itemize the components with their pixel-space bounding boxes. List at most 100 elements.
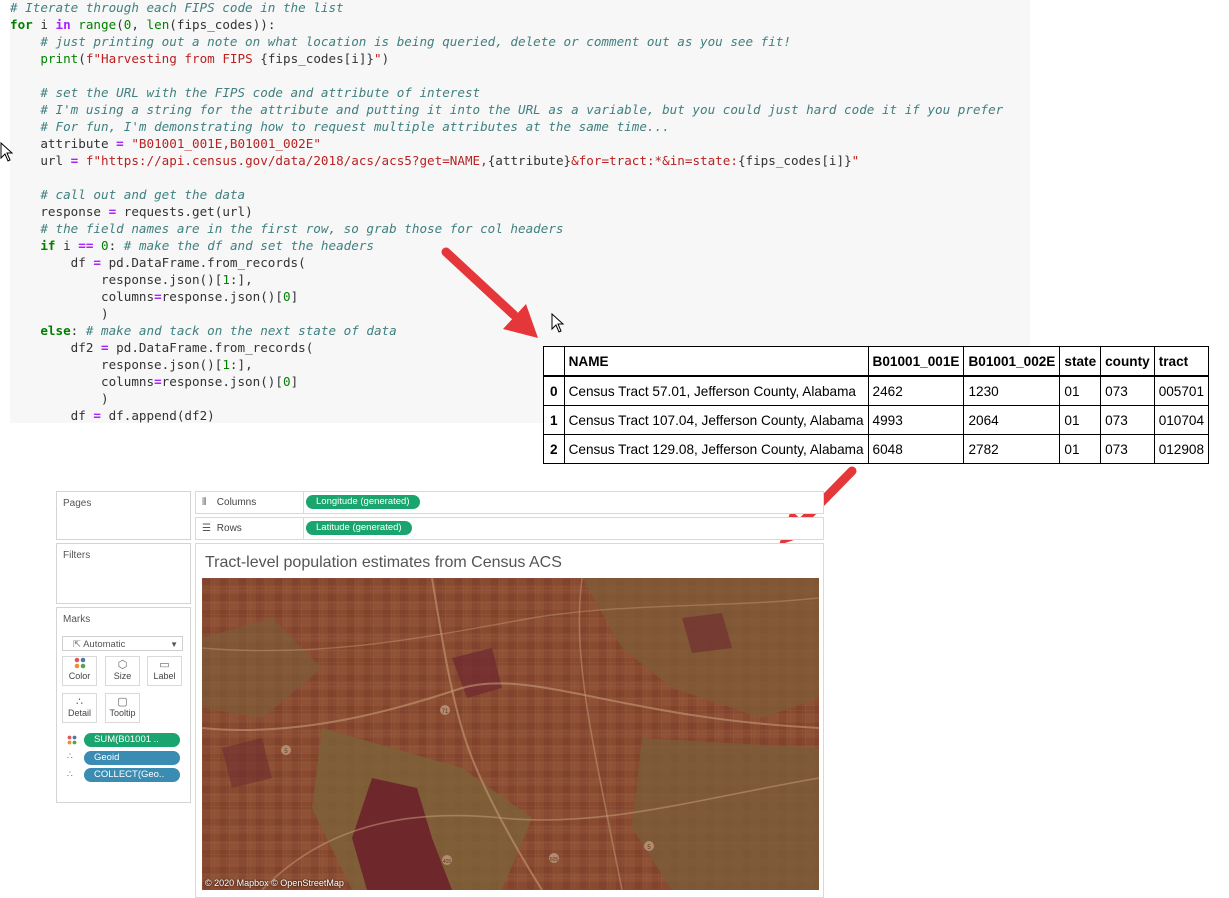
latitude-pill[interactable]: Latitude (generated) [306, 521, 412, 535]
size-icon: ⬡ [117, 659, 128, 671]
columns-icon: ⦀ [202, 497, 207, 508]
table-cell: 010704 [1153, 405, 1210, 435]
filters-card-title: Filters [63, 550, 91, 561]
code-token: # I'm using a string for the attribute a… [40, 102, 1004, 117]
code-line[interactable]: if i == 0: # make the df and set the hea… [10, 237, 1003, 254]
table-row: 1 Census Tract 107.04, Jefferson County,… [543, 405, 1210, 435]
code-token: 0 [282, 289, 291, 304]
code-line[interactable]: response = requests.get(url) [10, 203, 1003, 220]
column-header: state [1059, 346, 1102, 377]
map-attribution[interactable]: © 2020 Mapbox © OpenStreetMap [205, 878, 344, 888]
code-token: ) [10, 306, 109, 321]
filters-card[interactable]: Filters [56, 543, 191, 604]
code-token: "B01001_001E,B01001_002E" [131, 136, 321, 151]
code-token: response.json()[ [10, 357, 223, 372]
rows-shelf[interactable]: ☰ Rows Latitude (generated) [195, 517, 824, 540]
map-mark-icon: ⇱ [73, 639, 84, 650]
code-token: = [154, 289, 162, 304]
code-line[interactable]: # call out and get the data [10, 186, 1003, 203]
code-token: df [10, 255, 94, 270]
code-token: ] [290, 289, 299, 304]
code-token: response.json()[ [161, 374, 283, 389]
viz-sheet: Tract-level population estimates from Ce… [195, 543, 824, 898]
code-token: 1 [222, 272, 230, 287]
detail-dots-icon: ∴ [76, 696, 83, 708]
tooltip-mark-button[interactable]: ▢ Tooltip [105, 693, 140, 723]
code-token: requests.get(url) [116, 204, 253, 219]
code-line[interactable]: ) [10, 305, 1003, 322]
row-index: 1 [543, 405, 565, 435]
code-line[interactable]: # set the URL with the FIPS code and att… [10, 84, 1003, 101]
code-line[interactable]: else: # make and tack on the next state … [10, 322, 1003, 339]
code-line[interactable] [10, 169, 1003, 186]
collect-geometry-pill[interactable]: COLLECT(Geo.. [84, 768, 180, 782]
detail-dots-icon: ∴ [67, 769, 73, 779]
code-token: ] [290, 374, 299, 389]
code-token: # call out and get the data [40, 187, 246, 202]
code-line[interactable]: # Iterate through each FIPS code in the … [10, 0, 1003, 16]
color-field-pill[interactable]: SUM(B01001 .. [84, 733, 180, 747]
code-line[interactable] [10, 67, 1003, 84]
table-cell: Census Tract 107.04, Jefferson County, A… [563, 405, 869, 435]
table-cell: 01 [1059, 375, 1102, 406]
geoid-pill[interactable]: Geoid [84, 751, 180, 765]
detail-dots-icon: ∴ [67, 751, 73, 761]
code-token: response [10, 204, 109, 219]
code-line[interactable]: # the field names are in the first row, … [10, 220, 1003, 237]
code-line[interactable]: url = f"https://api.census.gov/data/2018… [10, 152, 1003, 169]
chevron-down-icon: ▼ [170, 640, 178, 649]
columns-shelf[interactable]: ⦀ Columns Longitude (generated) [195, 491, 824, 514]
code-token: df.append(df2) [101, 408, 215, 423]
column-header: county [1100, 346, 1155, 377]
table-cell: 4993 [867, 405, 965, 435]
size-mark-button[interactable]: ⬡ Size [105, 656, 140, 686]
code-token: 1 [222, 357, 230, 372]
color-dots-icon [63, 657, 96, 671]
code-token: pd.DataFrame.from_records( [108, 340, 314, 355]
route-shield-icon: 71 [440, 705, 450, 715]
code-token: ( [78, 51, 86, 66]
code-token: df2 [10, 340, 101, 355]
map-canvas[interactable]: 71 5 5 605 405 [202, 578, 819, 890]
code-token: pd.DataFrame.from_records( [101, 255, 306, 270]
code-token: 0 [101, 238, 109, 253]
code-token: attribute [10, 136, 117, 151]
code-token: ) [10, 391, 109, 406]
code-line[interactable]: attribute = "B01001_001E,B01001_002E" [10, 135, 1003, 152]
code-line[interactable]: # For fun, I'm demonstrating how to requ… [10, 118, 1003, 135]
longitude-pill[interactable]: Longitude (generated) [306, 495, 420, 509]
table-cell: 005701 [1153, 375, 1210, 406]
code-line[interactable]: df = pd.DataFrame.from_records( [10, 254, 1003, 271]
table-cell: 2064 [963, 405, 1061, 435]
code-line[interactable]: # just printing out a note on what locat… [10, 33, 1003, 50]
route-shield-icon: 405 [442, 855, 452, 865]
rows-shelf-label: ☰ Rows [196, 518, 304, 539]
code-line[interactable]: for i in range(0, len(fips_codes)): [10, 16, 1003, 33]
choropleth-map[interactable]: 71 5 5 605 405 © 2020 Mapbox © OpenStree… [202, 578, 819, 890]
code-token: # For fun, I'm demonstrating how to requ… [40, 119, 670, 134]
mark-type-dropdown[interactable]: ⇱ Automatic ▼ [62, 636, 183, 651]
pages-card[interactable]: Pages [56, 491, 191, 540]
table-cell: 012908 [1153, 434, 1210, 464]
code-line[interactable]: response.json()[1:], [10, 271, 1003, 288]
code-line[interactable]: # I'm using a string for the attribute a… [10, 101, 1003, 118]
table-cell: Census Tract 129.08, Jefferson County, A… [563, 434, 869, 464]
detail-mark-button[interactable]: ∴ Detail [62, 693, 97, 723]
code-line[interactable]: print(f"Harvesting from FIPS {fips_codes… [10, 50, 1003, 67]
route-shield-icon: 5 [281, 745, 291, 755]
code-token: = [101, 340, 109, 355]
color-mark-label: Color [68, 671, 91, 681]
color-mark-button[interactable]: Color [62, 656, 97, 686]
code-token: " [373, 51, 382, 66]
code-token: df [10, 408, 94, 423]
label-mark-button[interactable]: ▭ Label [147, 656, 182, 686]
route-shield-icon: 5 [644, 841, 654, 851]
code-line[interactable]: columns=response.json()[0] [10, 288, 1003, 305]
code-token: 0 [282, 374, 291, 389]
code-token: columns [10, 289, 155, 304]
code-token: url [10, 153, 71, 168]
